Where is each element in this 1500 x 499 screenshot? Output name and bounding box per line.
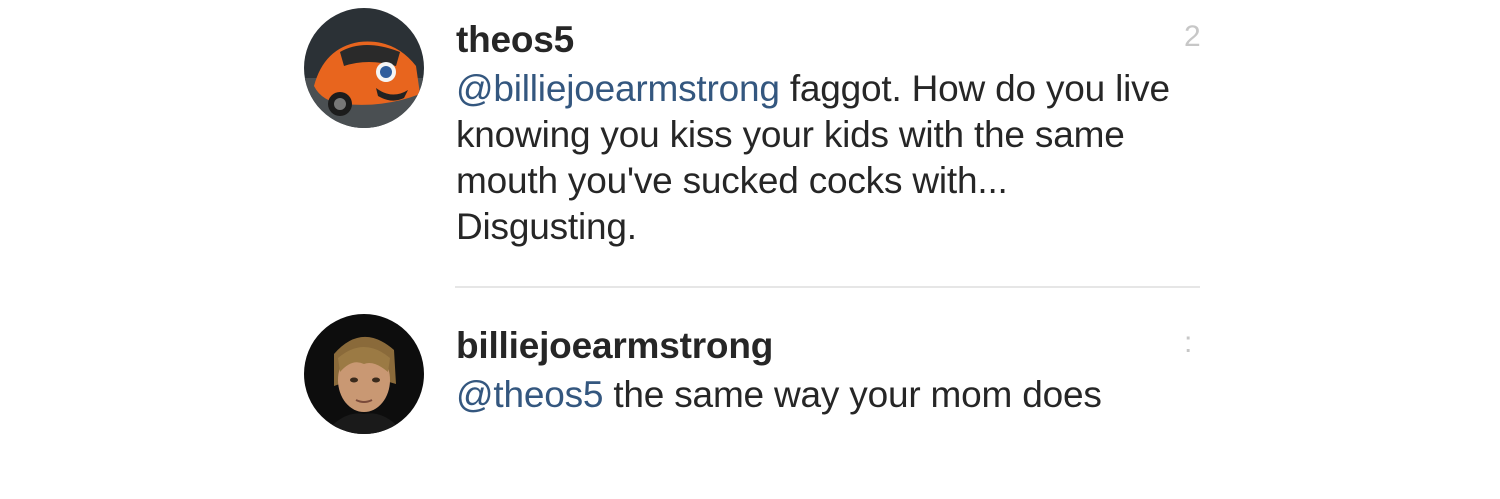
comment-username[interactable]: theos5 [456,18,1196,62]
orange-car-avatar-icon[interactable] [304,8,424,128]
comment-timestamp: 2 [1184,20,1201,53]
comment-username[interactable]: billiejoearmstrong [456,324,1196,368]
comment-body: theos5 @billiejoearmstrong faggot. How d… [456,18,1196,250]
comment-timestamp: : [1184,326,1193,359]
comment-message: the same way your mom does [603,374,1102,415]
comment-body: billiejoearmstrong @theos5 the same way … [456,324,1196,418]
comment-divider [455,286,1200,288]
comment-text: @billiejoearmstrong faggot. How do you l… [456,66,1196,250]
mention-link[interactable]: @billiejoearmstrong [456,68,780,109]
mention-link[interactable]: @theos5 [456,374,603,415]
comment-text: @theos5 the same way your mom does [456,372,1196,418]
person-avatar-icon[interactable] [304,314,424,434]
